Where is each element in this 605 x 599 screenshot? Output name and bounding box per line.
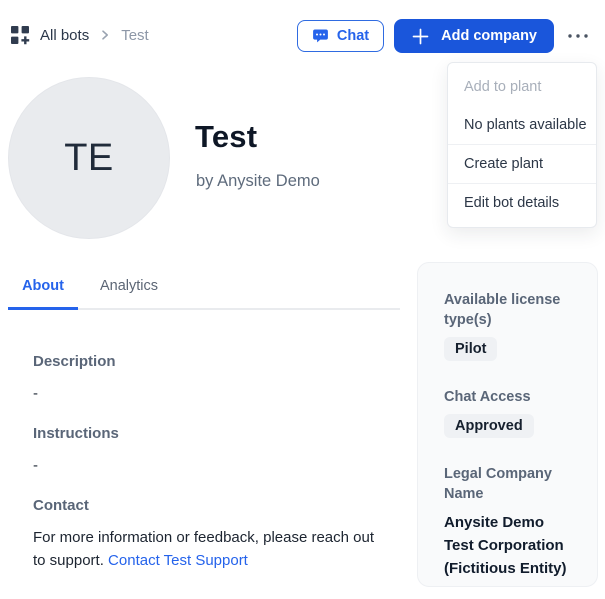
tab-about[interactable]: About [8,270,78,310]
license-type-heading: Available license type(s) [444,292,561,328]
bot-options-dropdown-menu: Add to plant No plants available Create … [447,62,597,228]
menu-item-no-plants-available[interactable]: No plants available [448,106,596,144]
chat-access-heading: Chat Access [444,389,531,405]
license-info-card: Available license type(s) Pilot Chat Acc… [417,262,598,587]
instructions-heading: Instructions [33,425,119,442]
breadcrumb-all-bots[interactable]: All bots [40,27,89,44]
plus-icon [411,27,430,46]
legal-company-name-value: Anysite Demo Test Corporation (Fictitiou… [444,514,567,577]
chevron-right-icon [99,29,111,41]
topbar-actions: Chat Add company [296,19,592,53]
chat-bubble-icon [312,28,329,44]
more-options-button[interactable] [564,22,592,50]
page-title: Test [195,119,258,154]
menu-item-create-plant[interactable]: Create plant [448,145,596,183]
add-company-button-label: Add company [441,28,537,44]
breadcrumb-current: Test [121,26,149,44]
bot-profile-page: All bots Test Chat Add company Add to pl… [0,0,605,599]
tab-bar: About Analytics [8,270,400,310]
chat-button[interactable]: Chat [296,20,385,52]
description-section: Description - [33,353,381,402]
tab-analytics[interactable]: Analytics [98,270,158,308]
contact-paragraph: For more information or feedback, please… [33,526,381,572]
description-value: - [33,385,38,402]
contact-support-link[interactable]: Contact Test Support [108,552,248,569]
all-bots-grid-icon [10,25,30,45]
instructions-section: Instructions - [33,425,381,474]
bot-avatar: TE [8,77,170,239]
add-company-button[interactable]: Add company [394,19,554,53]
avatar-initials: TE [64,136,114,179]
description-heading: Description [33,353,116,370]
legal-company-name-heading: Legal Company Name [444,466,552,502]
contact-heading: Contact [33,497,89,514]
bot-byline: by Anysite Demo [196,172,320,190]
menu-item-add-to-plant: Add to plant [464,79,542,95]
chat-access-badge: Approved [444,414,534,438]
instructions-value: - [33,457,38,474]
about-panel: Description - Instructions - Contact For… [33,353,381,572]
chat-button-label: Chat [336,28,370,44]
contact-section: Contact For more information or feedback… [33,497,381,572]
menu-item-edit-bot-details[interactable]: Edit bot details [448,184,596,222]
license-badge: Pilot [444,337,498,361]
breadcrumb: All bots Test [10,25,149,45]
ellipsis-icon [566,31,590,41]
